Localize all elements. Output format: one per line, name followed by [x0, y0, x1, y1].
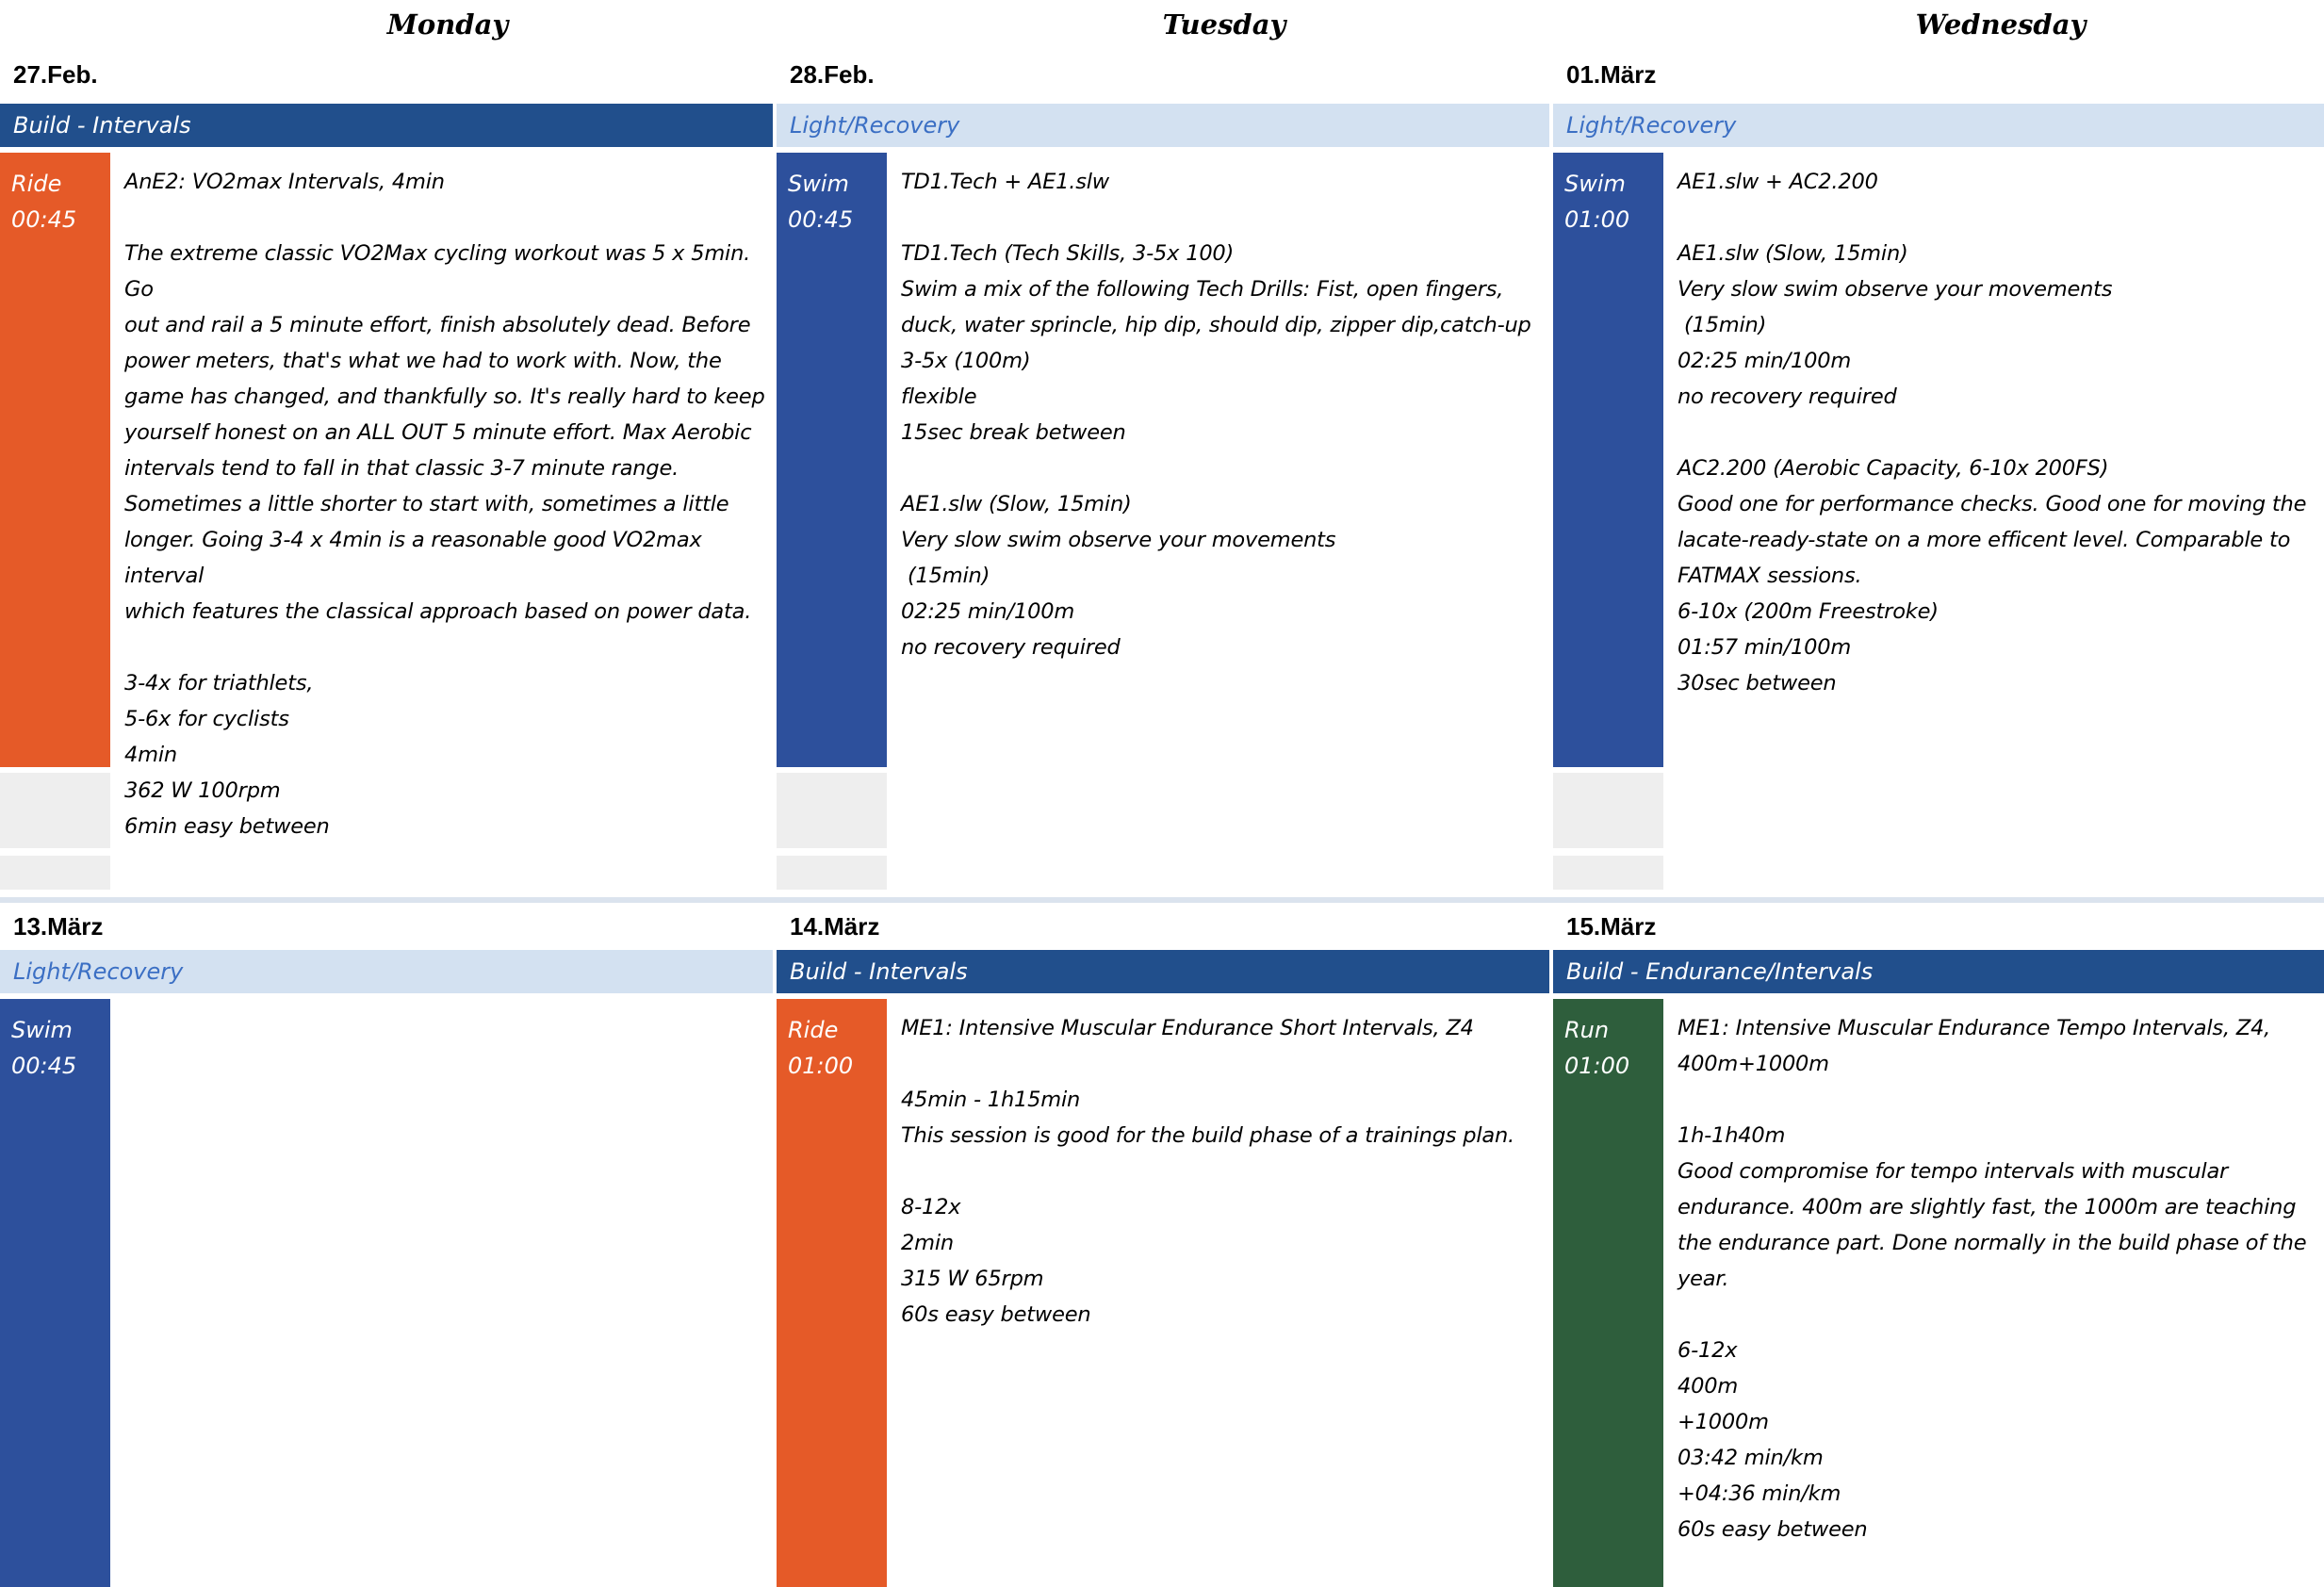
- duration-label: 01:00: [788, 1053, 854, 1079]
- calendar-cell-27-feb[interactable]: 27.Feb. Build - Intervals Ride 00:45 AnE…: [0, 49, 773, 897]
- duration-label: 00:45: [788, 206, 854, 233]
- sport-label: Swim: [11, 1017, 73, 1043]
- sport-label: Swim: [1564, 171, 1626, 197]
- duration-label: 00:45: [11, 206, 77, 233]
- calendar-cell-13-maerz[interactable]: 13.März Light/Recovery Swim 00:45: [0, 903, 773, 1587]
- phase-banner: Light/Recovery: [0, 950, 773, 993]
- workout-sport-block[interactable]: Ride 01:00: [777, 999, 887, 1587]
- empty-slot: [777, 773, 887, 848]
- workout-description: ME1: Intensive Muscular Endurance Short …: [901, 1016, 1514, 1327]
- workout-sport-block[interactable]: Swim 00:45: [777, 153, 887, 767]
- empty-slot: [1553, 773, 1663, 848]
- phase-banner: Build - Endurance/Intervals: [1553, 950, 2324, 993]
- workout-sport-block[interactable]: Swim 01:00: [1553, 153, 1663, 767]
- empty-slot: [0, 856, 110, 890]
- duration-label: 01:00: [1564, 206, 1630, 233]
- workout-sport-block[interactable]: Run 01:00: [1553, 999, 1663, 1587]
- empty-slot: [777, 856, 887, 890]
- sport-label: Ride: [788, 1017, 839, 1043]
- workout-description: TD1.Tech + AE1.slw TD1.Tech (Tech Skills…: [901, 170, 1531, 660]
- phase-banner: Build - Intervals: [0, 104, 773, 147]
- workout-description: AnE2: VO2max Intervals, 4min The extreme…: [124, 170, 765, 839]
- cell-date: 14.März: [790, 912, 880, 941]
- workout-description: ME1: Intensive Muscular Endurance Tempo …: [1678, 1016, 2307, 1542]
- sport-label: Ride: [11, 171, 62, 197]
- phase-banner: Light/Recovery: [1553, 104, 2324, 147]
- duration-label: 00:45: [11, 1053, 77, 1079]
- day-header-wednesday: Wednesday: [1915, 8, 2087, 41]
- duration-label: 01:00: [1564, 1053, 1630, 1079]
- cell-date: 01.März: [1566, 60, 1657, 89]
- day-header-monday: Monday: [386, 8, 509, 41]
- phase-banner: Light/Recovery: [777, 104, 1549, 147]
- sport-label: Run: [1564, 1017, 1610, 1043]
- calendar-cell-14-maerz[interactable]: 14.März Build - Intervals Ride 01:00 ME1…: [777, 903, 1549, 1587]
- day-header-tuesday: Tuesday: [1162, 8, 1286, 41]
- workout-sport-block[interactable]: Ride 00:45: [0, 153, 110, 767]
- cell-date: 27.Feb.: [13, 60, 98, 89]
- cell-date: 15.März: [1566, 912, 1657, 941]
- calendar-cell-01-maerz[interactable]: 01.März Light/Recovery Swim 01:00 AE1.sl…: [1553, 49, 2324, 897]
- calendar-cell-15-maerz[interactable]: 15.März Build - Endurance/Intervals Run …: [1553, 903, 2324, 1587]
- phase-banner: Build - Intervals: [777, 950, 1549, 993]
- sport-label: Swim: [788, 171, 849, 197]
- cell-date: 13.März: [13, 912, 104, 941]
- workout-description: AE1.slw + AC2.200 AE1.slw (Slow, 15min) …: [1678, 170, 2307, 695]
- calendar-cell-28-feb[interactable]: 28.Feb. Light/Recovery Swim 00:45 TD1.Te…: [777, 49, 1549, 897]
- empty-slot: [1553, 856, 1663, 890]
- empty-slot: [0, 773, 110, 848]
- workout-sport-block[interactable]: Swim 00:45: [0, 999, 110, 1587]
- cell-date: 28.Feb.: [790, 60, 875, 89]
